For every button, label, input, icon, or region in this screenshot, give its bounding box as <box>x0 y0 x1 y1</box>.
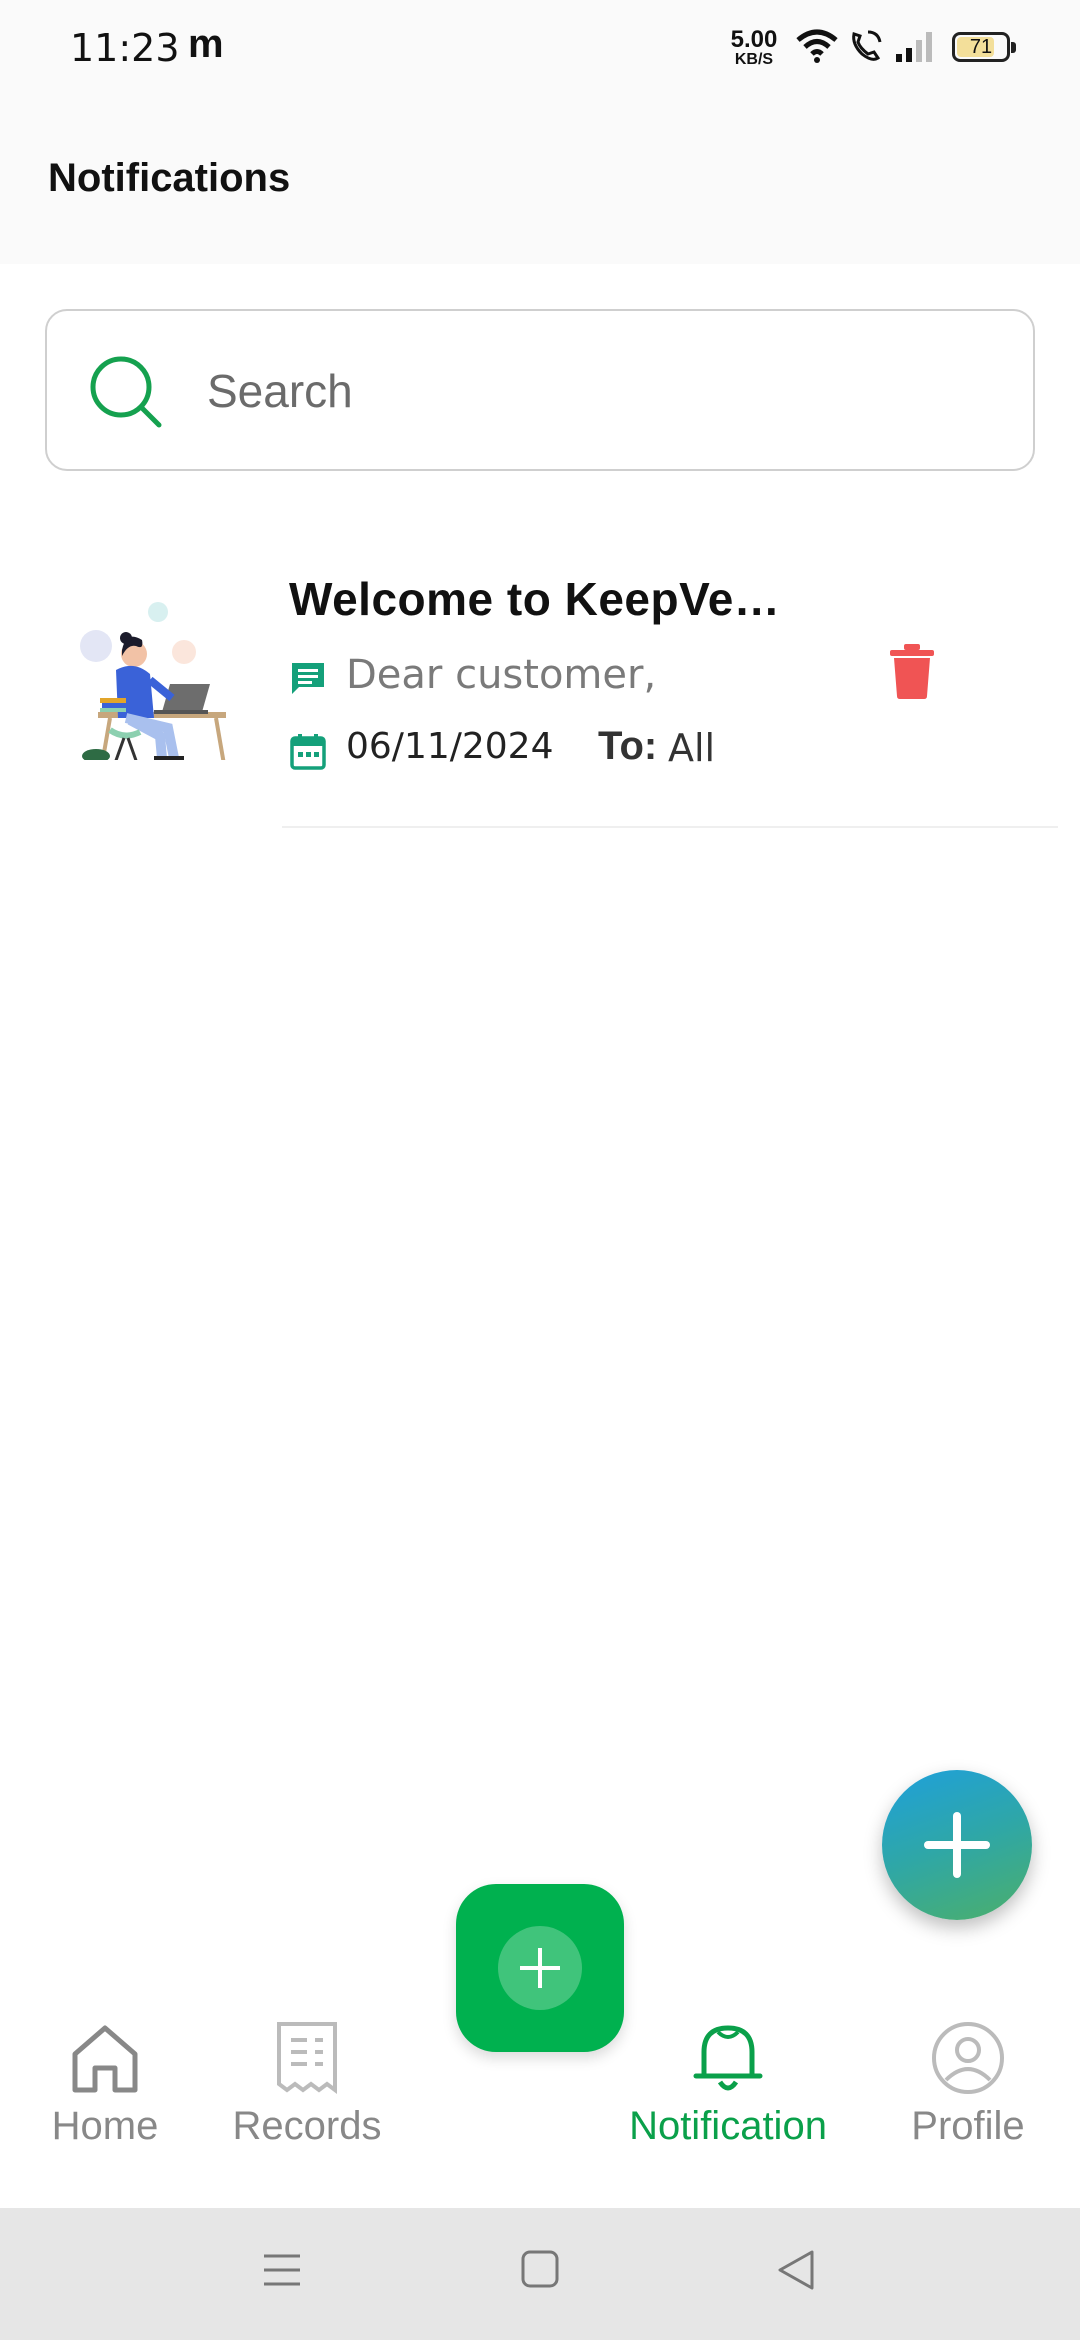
message-icon <box>292 663 324 694</box>
search-bar[interactable] <box>45 309 1035 471</box>
nav-profile[interactable]: Profile <box>900 2018 1036 2149</box>
nav-profile-label: Profile <box>911 2104 1025 2148</box>
bell-icon <box>693 2025 763 2091</box>
nav-notification-label: Notification <box>629 2104 827 2148</box>
status-bar: 11:23 m 5.00 KB/S 71 <box>0 0 1080 96</box>
battery-level: 71 <box>969 36 993 58</box>
nav-notification[interactable]: Notification <box>610 2018 846 2149</box>
notification-date: 06/11/2024 <box>346 726 554 767</box>
nav-records[interactable]: Records <box>222 2018 392 2149</box>
plus-icon-vertical <box>538 1948 542 1988</box>
page-title: Notifications <box>48 156 291 200</box>
signal-icon <box>896 32 932 62</box>
plus-icon-stroke <box>953 1812 961 1878</box>
menu-icon[interactable] <box>262 2248 302 2292</box>
system-navigation-bar <box>0 2208 1080 2340</box>
center-add-button[interactable] <box>456 1884 624 2052</box>
wifi-icon <box>796 29 838 63</box>
nav-records-label: Records <box>232 2104 382 2148</box>
notification-item[interactable]: Welcome to KeepVe… Dear customer, 06/11/… <box>0 560 1080 830</box>
nav-home-label: Home <box>51 2104 159 2148</box>
search-icon <box>90 356 162 428</box>
person-at-laptop-illustration <box>80 602 226 760</box>
app-header: Notifications <box>0 96 1080 264</box>
notification-message: Dear customer, <box>346 652 657 698</box>
net-speed-unit: KB/S <box>734 51 774 68</box>
back-triangle-icon[interactable] <box>776 2248 816 2292</box>
recipient-value: All <box>668 726 716 770</box>
home-icon <box>72 2025 138 2093</box>
notification-title: Welcome to KeepVe… <box>289 573 781 625</box>
carrier-logo: m <box>188 22 224 66</box>
search-input[interactable] <box>207 351 987 431</box>
calendar-icon <box>290 734 326 770</box>
divider <box>282 826 1058 828</box>
net-speed: 5.00 KB/S <box>726 28 782 68</box>
net-speed-value: 5.00 <box>730 26 778 53</box>
wifi-calling-icon <box>852 30 882 61</box>
recipient-label: To: <box>598 724 658 768</box>
trash-icon[interactable] <box>888 642 936 700</box>
battery-icon: 71 <box>952 32 1016 62</box>
add-notification-fab[interactable] <box>882 1770 1032 1920</box>
home-square-icon[interactable] <box>520 2248 560 2292</box>
user-circle-icon <box>932 2022 1004 2094</box>
nav-home[interactable]: Home <box>40 2018 170 2149</box>
plus-icon <box>498 1926 582 2010</box>
receipt-icon <box>277 2022 337 2094</box>
status-time: 11:23 <box>70 26 180 70</box>
